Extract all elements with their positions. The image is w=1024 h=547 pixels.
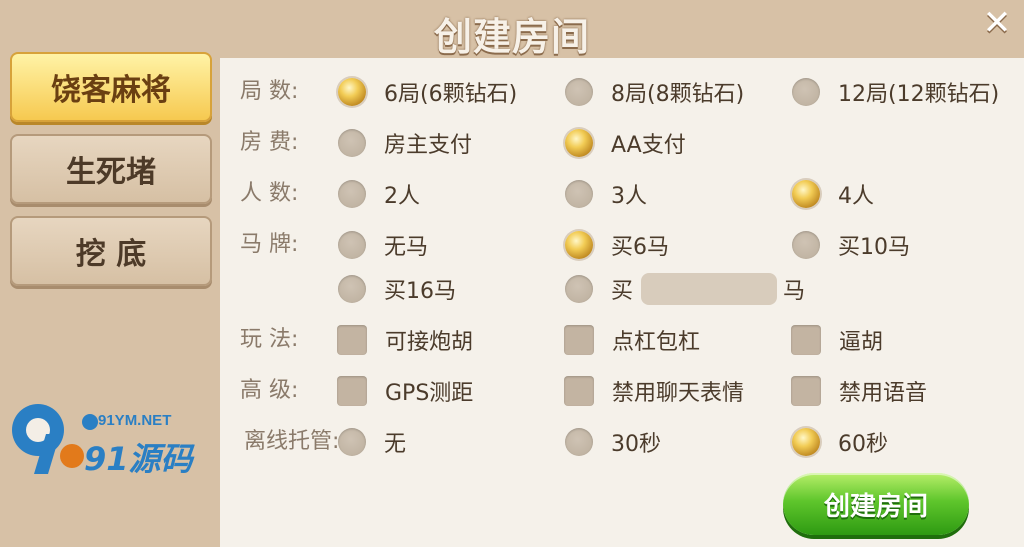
radio-icon[interactable] [565, 180, 593, 208]
horse-option-custom[interactable]: 买 马 [565, 269, 805, 309]
rounds-option-6[interactable]: 6局(6颗钻石) [338, 72, 517, 112]
radio-selected-icon[interactable] [565, 231, 593, 259]
radio-icon[interactable] [565, 428, 593, 456]
play-option-jiepao[interactable]: 可接炮胡 [337, 320, 473, 360]
radio-icon[interactable] [338, 428, 366, 456]
horse-label: 马 牌: [240, 232, 299, 257]
radio-selected-icon[interactable] [338, 78, 366, 106]
radio-selected-icon[interactable] [565, 129, 593, 157]
advanced-option-no-voice[interactable]: 禁用语音 [791, 371, 927, 411]
row-rounds: 局 数: 6局(6颗钻石) 8局(8颗钻石) 12局(12颗钻石) [220, 72, 1024, 112]
row-horse-2: 买16马 买 马 [220, 269, 1024, 309]
advanced-label: 高 级: [240, 378, 299, 403]
radio-icon[interactable] [338, 129, 366, 157]
tab-wadi[interactable]: 挖 底 [10, 216, 212, 286]
radio-selected-icon[interactable] [792, 428, 820, 456]
advanced-option-gps[interactable]: GPS测距 [337, 371, 473, 411]
tab-shengsidu[interactable]: 生死堵 [10, 134, 212, 204]
watermark-site: 91YM.NET [98, 412, 172, 429]
checkbox-icon[interactable] [564, 325, 594, 355]
row-play: 玩 法: 可接炮胡 点杠包杠 逼胡 [220, 320, 1024, 360]
checkbox-icon[interactable] [791, 376, 821, 406]
create-room-button[interactable]: 创建房间 [783, 473, 969, 535]
radio-icon[interactable] [792, 231, 820, 259]
radio-icon[interactable] [338, 180, 366, 208]
offline-option-30s[interactable]: 30秒 [565, 422, 661, 462]
play-label: 玩 法: [240, 327, 299, 352]
rounds-label: 局 数: [240, 79, 299, 104]
radio-selected-icon[interactable] [792, 180, 820, 208]
offline-option-60s[interactable]: 60秒 [792, 422, 888, 462]
tab-raoke-mahjong[interactable]: 饶客麻将 [10, 52, 212, 122]
radio-icon[interactable] [792, 78, 820, 106]
row-horse: 马 牌: 无马 买6马 买10马 [220, 225, 1024, 265]
radio-icon[interactable] [565, 78, 593, 106]
checkbox-icon[interactable] [791, 325, 821, 355]
custom-horse-input[interactable] [641, 273, 778, 305]
play-option-diangang[interactable]: 点杠包杠 [564, 320, 700, 360]
close-icon[interactable]: ✕ [980, 6, 1014, 40]
horse-option-16[interactable]: 买16马 [338, 269, 456, 309]
radio-icon[interactable] [565, 275, 593, 303]
row-players: 人 数: 2人 3人 4人 [220, 174, 1024, 214]
row-advanced: 高 级: GPS测距 禁用聊天表情 禁用语音 [220, 371, 1024, 411]
players-option-3[interactable]: 3人 [565, 174, 647, 214]
radio-icon[interactable] [338, 275, 366, 303]
play-option-bihu[interactable]: 逼胡 [791, 320, 883, 360]
watermark-brand: 91源码 [84, 440, 193, 478]
radio-icon[interactable] [338, 231, 366, 259]
advanced-option-no-chat[interactable]: 禁用聊天表情 [564, 371, 744, 411]
row-fee: 房 费: 房主支付 AA支付 [220, 123, 1024, 163]
rounds-option-12[interactable]: 12局(12颗钻石) [792, 72, 999, 112]
players-option-4[interactable]: 4人 [792, 174, 874, 214]
horse-option-10[interactable]: 买10马 [792, 225, 910, 265]
fee-label: 房 费: [240, 130, 299, 155]
fee-option-aa[interactable]: AA支付 [565, 123, 686, 163]
horse-option-none[interactable]: 无马 [338, 225, 428, 265]
offline-option-none[interactable]: 无 [338, 422, 406, 462]
checkbox-icon[interactable] [337, 325, 367, 355]
players-label: 人 数: [240, 181, 299, 206]
watermark: 91YM.NET 91源码 [0, 400, 210, 480]
fee-option-owner[interactable]: 房主支付 [338, 123, 472, 163]
players-option-2[interactable]: 2人 [338, 174, 420, 214]
checkbox-icon[interactable] [564, 376, 594, 406]
horse-option-6[interactable]: 买6马 [565, 225, 669, 265]
rounds-option-8[interactable]: 8局(8颗钻石) [565, 72, 744, 112]
offline-label: 离线托管: [244, 429, 340, 454]
checkbox-icon[interactable] [337, 376, 367, 406]
row-offline: 离线托管: 无 30秒 60秒 [220, 422, 1024, 462]
